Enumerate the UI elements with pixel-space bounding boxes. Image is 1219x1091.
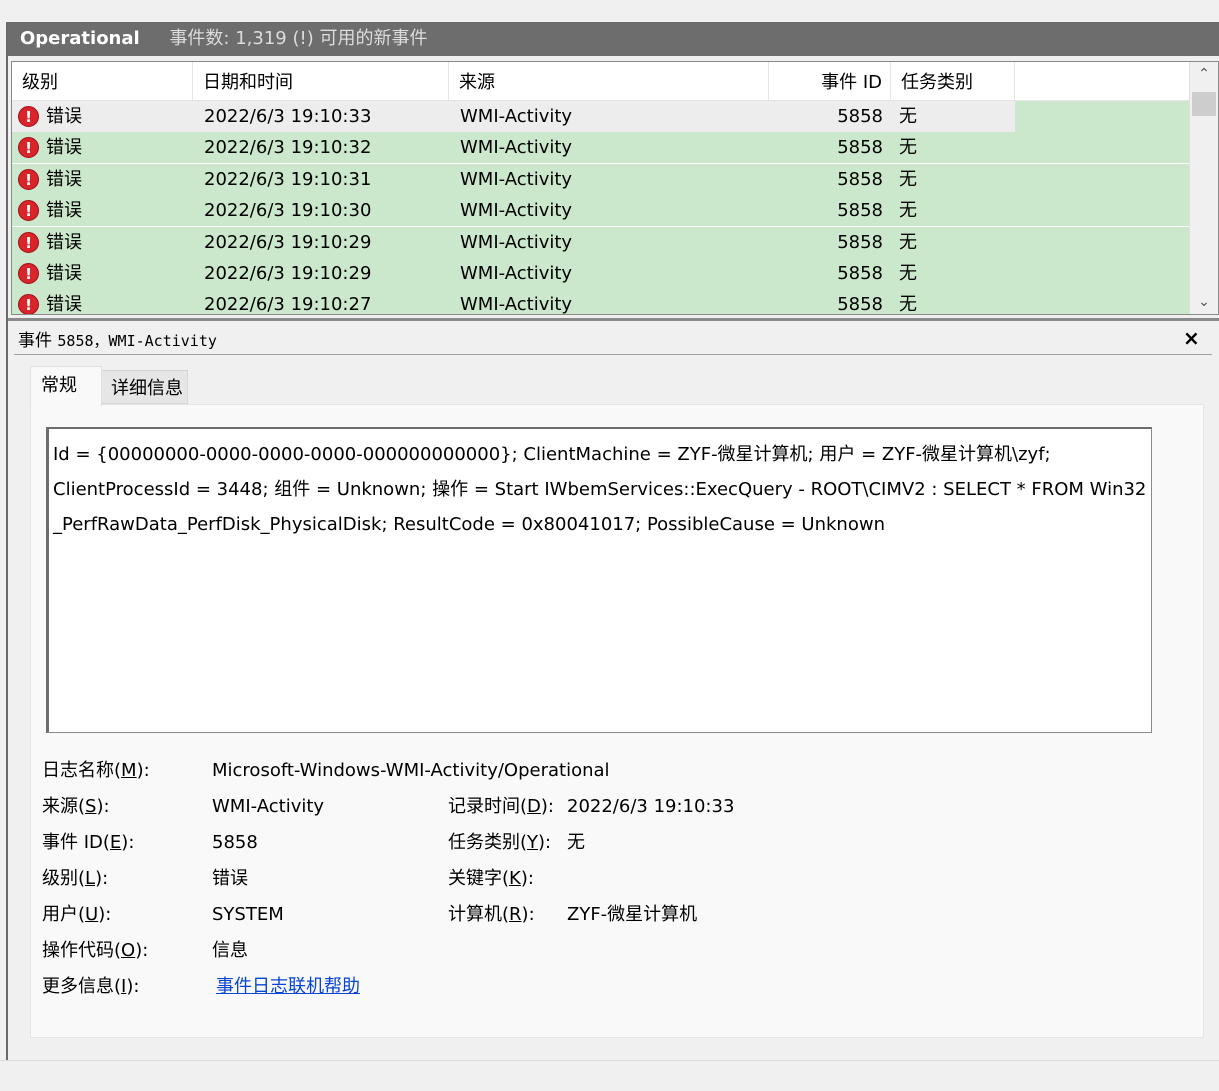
row-source: WMI-Activity	[460, 137, 573, 159]
scroll-up-icon[interactable]: ⌃	[1190, 66, 1218, 82]
tab-general[interactable]: 常规	[30, 366, 102, 406]
error-icon: !	[18, 200, 39, 222]
column-header-level[interactable]: 级别	[12, 62, 193, 100]
list-header: 级别 日期和时间 来源 事件 ID 任务类别	[12, 62, 1189, 101]
message-line: ClientProcessId = 3448; 组件 = Unknown; 操作…	[53, 479, 1147, 500]
detail-title-rest: 5858，WMI-Activity	[57, 332, 217, 350]
row-level: 错误	[46, 200, 82, 222]
row-datetime: 2022/6/3 19:10:29	[204, 263, 372, 284]
row-level: 错误	[46, 294, 82, 315]
column-header-event-id[interactable]: 事件 ID	[769, 62, 891, 100]
row-task: 无	[899, 137, 917, 159]
level-value: 错误	[212, 868, 248, 889]
row-task: 无	[899, 263, 917, 284]
event-count: 事件数: 1,319 (!) 可用的新事件	[169, 28, 428, 49]
row-datetime: 2022/6/3 19:10:32	[204, 137, 372, 159]
table-row[interactable]: ! 错误 2022/6/3 19:10:29 WMI-Activity 5858 无	[12, 226, 1189, 258]
row-level: 错误	[46, 231, 82, 253]
row-source: WMI-Activity	[460, 231, 573, 253]
row-level: 错误	[46, 137, 82, 159]
detail-title: 事件 5858，WMI-Activity	[18, 326, 217, 351]
event-list[interactable]: 级别 日期和时间 来源 事件 ID 任务类别 ! 错误 2022/6/3 19:10…	[11, 61, 1219, 315]
error-icon: !	[18, 294, 39, 314]
row-task: 无	[899, 168, 917, 190]
row-task: 无	[899, 106, 917, 127]
error-icon: !	[18, 168, 39, 190]
opcode-label: 操作代码(O):	[42, 940, 149, 961]
more-info-label: 更多信息(I):	[42, 976, 140, 997]
row-datetime: 2022/6/3 19:10:30	[204, 200, 372, 222]
row-task: 无	[899, 200, 917, 222]
task-label: 任务类别(Y):	[448, 832, 552, 853]
level-label: 级别(L):	[42, 868, 109, 889]
scroll-thumb[interactable]	[1192, 92, 1216, 116]
event-id-label: 事件 ID(E):	[42, 832, 135, 853]
error-icon: !	[18, 231, 39, 253]
row-event-id: 5858	[837, 137, 883, 159]
row-task: 无	[899, 231, 917, 253]
user-label: 用户(U):	[42, 904, 112, 925]
event-message-box[interactable]: Id = {00000000-0000-0000-0000-0000000000…	[46, 427, 1152, 733]
user-value: SYSTEM	[212, 904, 284, 925]
row-level: 错误	[46, 263, 82, 284]
row-level: 错误	[46, 106, 82, 127]
row-source: WMI-Activity	[460, 200, 573, 222]
row-level: 错误	[46, 168, 82, 190]
divider	[14, 354, 1212, 355]
tab-details[interactable]: 详细信息	[100, 370, 188, 404]
table-row[interactable]: ! 错误 2022/6/3 19:10:27 WMI-Activity 5858 无	[12, 289, 1189, 315]
keywords-label: 关键字(K):	[448, 868, 534, 889]
message-line: _PerfRawData_PerfDisk_PhysicalDisk; Resu…	[53, 514, 885, 535]
status-bar	[0, 1060, 1219, 1091]
column-header-datetime[interactable]: 日期和时间	[193, 62, 449, 100]
source-label: 来源(S):	[42, 796, 110, 817]
detail-title-prefix: 事件	[18, 331, 52, 351]
splitter[interactable]	[8, 318, 1219, 321]
table-row[interactable]: ! 错误 2022/6/3 19:10:32 WMI-Activity 5858 无	[12, 132, 1189, 164]
column-header-source[interactable]: 来源	[449, 62, 769, 100]
message-line: Id = {00000000-0000-0000-0000-0000000000…	[53, 444, 1051, 465]
event-id-value: 5858	[212, 832, 258, 853]
table-row[interactable]: ! 错误 2022/6/3 19:10:31 WMI-Activity 5858 无	[12, 163, 1189, 195]
log-header-bar: Operational 事件数: 1,319 (!) 可用的新事件	[8, 22, 1219, 56]
row-event-id: 5858	[837, 168, 883, 190]
log-name-label: 日志名称(M):	[42, 760, 150, 781]
row-source: WMI-Activity	[460, 106, 573, 127]
row-event-id: 5858	[837, 106, 883, 127]
opcode-value: 信息	[212, 940, 248, 961]
error-icon: !	[18, 137, 39, 159]
table-row[interactable]: ! 错误 2022/6/3 19:10:30 WMI-Activity 5858 无	[12, 195, 1189, 227]
row-event-id: 5858	[837, 231, 883, 253]
row-source: WMI-Activity	[460, 263, 573, 284]
row-event-id: 5858	[837, 263, 883, 284]
table-row[interactable]: ! 错误 2022/6/3 19:10:29 WMI-Activity 5858 无	[12, 258, 1189, 289]
computer-label: 计算机(R):	[448, 904, 535, 925]
row-datetime: 2022/6/3 19:10:31	[204, 168, 372, 190]
column-header-task[interactable]: 任务类别	[891, 62, 1015, 100]
task-value: 无	[567, 832, 585, 853]
row-task: 无	[899, 294, 917, 315]
row-source: WMI-Activity	[460, 294, 573, 315]
row-datetime: 2022/6/3 19:10:29	[204, 231, 372, 253]
scroll-down-icon[interactable]: ⌄	[1190, 294, 1218, 310]
row-source: WMI-Activity	[460, 168, 573, 190]
log-name-value: Microsoft-Windows-WMI-Activity/Operation…	[212, 760, 610, 781]
error-icon: !	[18, 263, 39, 284]
error-icon: !	[18, 106, 39, 127]
computer-value: ZYF-微星计算机	[567, 904, 698, 925]
table-row[interactable]: ! 错误 2022/6/3 19:10:33 WMI-Activity 5858 无	[12, 101, 1189, 132]
close-icon[interactable]: ×	[1183, 326, 1200, 350]
list-scrollbar[interactable]: ⌃ ⌄	[1189, 62, 1218, 314]
row-datetime: 2022/6/3 19:10:27	[204, 294, 372, 315]
row-event-id: 5858	[837, 294, 883, 315]
row-event-id: 5858	[837, 200, 883, 222]
log-name: Operational	[20, 28, 140, 49]
online-help-link[interactable]: 事件日志联机帮助	[216, 972, 360, 1002]
source-value: WMI-Activity	[212, 796, 325, 817]
logged-value: 2022/6/3 19:10:33	[567, 796, 735, 817]
row-datetime: 2022/6/3 19:10:33	[204, 106, 372, 127]
logged-label: 记录时间(D):	[448, 796, 554, 817]
